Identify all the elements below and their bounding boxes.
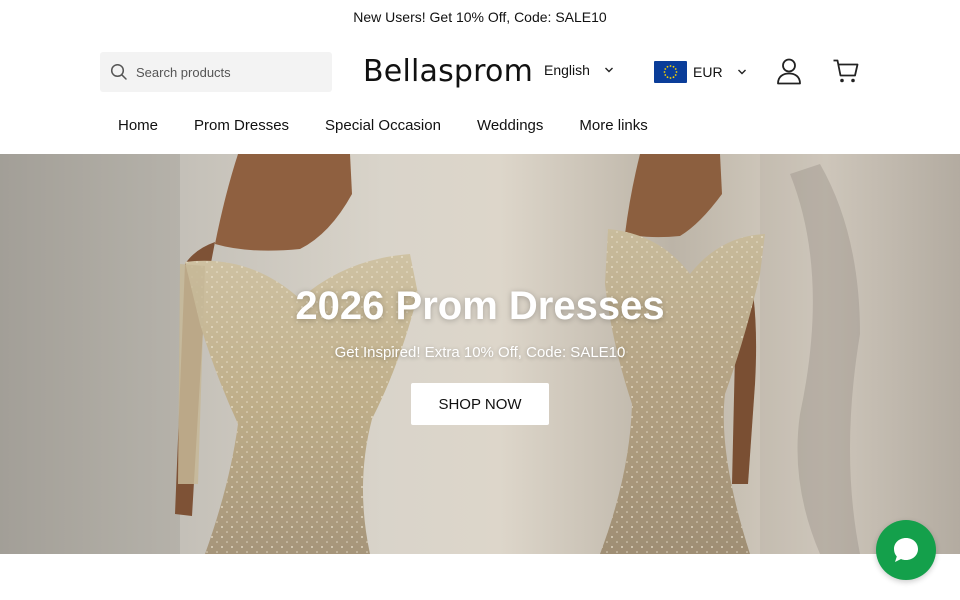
account-button[interactable] — [774, 56, 804, 86]
search-input[interactable] — [136, 64, 316, 80]
nav-item-special-occasion[interactable]: Special Occasion — [325, 114, 441, 138]
chevron-down-icon — [737, 69, 746, 75]
hero-title: 2026 Prom Dresses — [295, 284, 665, 328]
chevron-down-icon — [604, 67, 613, 73]
currency-value: EUR — [693, 64, 723, 80]
language-selector[interactable]: English — [544, 62, 614, 78]
site-header: Bellasprom English — [0, 34, 960, 154]
cart-button[interactable] — [831, 56, 861, 86]
nav-item-prom-dresses[interactable]: Prom Dresses — [194, 114, 289, 138]
main-nav: Home Prom Dresses Special Occasion Weddi… — [100, 114, 666, 138]
eu-flag-icon — [654, 61, 687, 83]
announcement-text: New Users! Get 10% Off, Code: SALE10 — [353, 9, 607, 25]
chat-bubble-icon — [894, 538, 918, 562]
currency-selector[interactable]: EUR — [654, 61, 747, 83]
language-value: English — [544, 62, 590, 78]
cart-icon — [833, 59, 859, 83]
search-icon — [110, 63, 127, 80]
user-icon — [777, 58, 801, 85]
nav-item-more-links[interactable]: More links — [579, 114, 647, 138]
shop-now-button[interactable]: SHOP NOW — [411, 383, 549, 425]
announcement-bar: New Users! Get 10% Off, Code: SALE10 — [0, 0, 960, 34]
nav-item-weddings[interactable]: Weddings — [477, 114, 543, 138]
hero-subtitle: Get Inspired! Extra 10% Off, Code: SALE1… — [334, 344, 626, 361]
chat-button[interactable] — [876, 520, 936, 580]
hero-banner[interactable]: 2026 Prom Dresses Get Inspired! Extra 10… — [0, 154, 960, 554]
search-box[interactable] — [100, 52, 332, 92]
site-logo[interactable]: Bellasprom — [363, 54, 533, 89]
nav-item-home[interactable]: Home — [118, 114, 158, 138]
